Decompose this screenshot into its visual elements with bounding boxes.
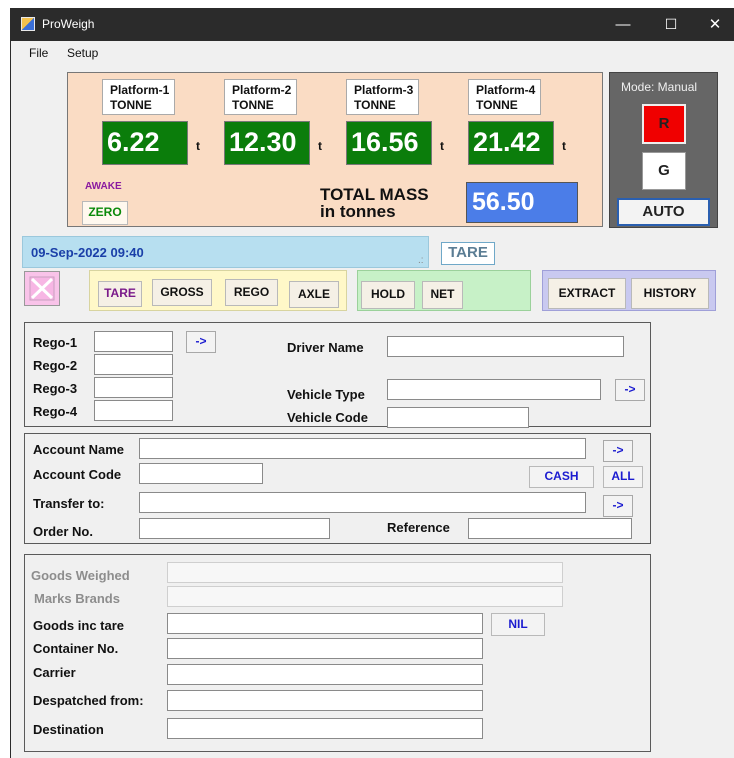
hold-button[interactable]: HOLD [361, 281, 415, 309]
despatched-from-label: Despatched from: [33, 693, 144, 708]
reference-label: Reference [387, 520, 450, 535]
extract-button-group: EXTRACT HISTORY [542, 270, 716, 311]
extract-button[interactable]: EXTRACT [548, 278, 626, 309]
cash-button[interactable]: CASH [529, 466, 594, 488]
nil-button[interactable]: NIL [491, 613, 545, 636]
vehicle-group: Rego-1 Rego-2 Rego-3 Rego-4 -> Driver Na… [24, 322, 651, 428]
mode-panel: Mode: Manual R G AUTO [609, 72, 718, 228]
container-no-label: Container No. [33, 641, 119, 656]
account-name-label: Account Name [33, 442, 125, 457]
rego-3-label: Rego-3 [33, 381, 78, 396]
account-group: Account Name -> Account Code CASH ALL Tr… [24, 433, 651, 544]
vehicle-type-input[interactable] [387, 379, 601, 400]
platform-1-unit: t [196, 139, 200, 153]
title-bar: ProWeigh — ☐ ✕ [11, 8, 734, 41]
rego-button[interactable]: REGO [225, 279, 278, 306]
resize-grip-icon: .: [418, 255, 424, 266]
g-button[interactable]: G [642, 152, 686, 190]
vehicle-type-lookup-button[interactable]: -> [615, 379, 645, 401]
tare-button[interactable]: TARE [98, 281, 142, 307]
rego-lookup-button[interactable]: -> [186, 331, 216, 353]
vehicle-type-label: Vehicle Type [287, 387, 365, 402]
app-title: ProWeigh [42, 17, 95, 31]
cancel-icon[interactable] [24, 271, 60, 306]
hold-button-group: HOLD NET [357, 270, 531, 311]
menu-file[interactable]: File [29, 46, 48, 60]
platform-3-value: 16.56 [346, 121, 432, 165]
net-button[interactable]: NET [422, 281, 463, 309]
total-mass-label: TOTAL MASS in tonnes [320, 185, 429, 221]
reference-input[interactable] [468, 518, 632, 539]
order-no-input[interactable] [139, 518, 330, 539]
menu-setup[interactable]: Setup [67, 46, 98, 60]
goods-inc-tare-label: Goods inc tare [33, 618, 125, 633]
app-icon [21, 17, 35, 31]
goods-group: Goods Weighed Marks Brands Goods inc tar… [24, 554, 651, 752]
account-code-label: Account Code [33, 467, 122, 482]
transfer-to-input[interactable] [139, 492, 586, 513]
vehicle-code-label: Vehicle Code [287, 410, 368, 425]
marks-brands-input [167, 586, 563, 607]
rego-2-label: Rego-2 [33, 358, 78, 373]
destination-label: Destination [33, 722, 104, 737]
minimize-button[interactable]: — [599, 8, 647, 41]
platform-2-value: 12.30 [224, 121, 310, 165]
carrier-label: Carrier [33, 665, 76, 680]
driver-name-label: Driver Name [287, 340, 364, 355]
platform-3-label: Platform-3 TONNE [346, 79, 419, 115]
platform-3-unit: t [440, 139, 444, 153]
platform-4-value: 21.42 [468, 121, 554, 165]
platform-1-label: Platform-1 TONNE [102, 79, 175, 115]
rego-3-input[interactable] [94, 377, 173, 398]
history-button[interactable]: HISTORY [631, 278, 709, 309]
datetime-display: 09-Sep-2022 09:40 [31, 245, 144, 260]
auto-button[interactable]: AUTO [617, 198, 710, 226]
platform-1-value: 6.22 [102, 121, 188, 165]
account-code-input[interactable] [139, 463, 263, 484]
rego-4-input[interactable] [94, 400, 173, 421]
maximize-button[interactable]: ☐ [647, 8, 695, 41]
date-bar: 09-Sep-2022 09:40 .: [22, 236, 429, 268]
destination-input[interactable] [167, 718, 483, 739]
axle-button[interactable]: AXLE [289, 281, 339, 308]
goods-weighed-input [167, 562, 563, 583]
rego-4-label: Rego-4 [33, 404, 78, 419]
rego-1-label: Rego-1 [33, 335, 78, 350]
platform-panel: Platform-1 TONNE 6.22 t Platform-2 TONNE 1… [67, 72, 603, 227]
rego-2-input[interactable] [94, 354, 173, 375]
rego-1-input[interactable] [94, 331, 173, 352]
driver-name-input[interactable] [387, 336, 624, 357]
goods-weighed-label: Goods Weighed [31, 568, 130, 583]
close-button[interactable]: ✕ [695, 8, 734, 41]
platform-4-label: Platform-4 TONNE [468, 79, 541, 115]
main-window: ProWeigh — ☐ ✕ File Setup Platform-1 TONN… [10, 8, 734, 758]
marks-brands-label: Marks Brands [34, 591, 120, 606]
menu-bar: File Setup [11, 41, 734, 65]
weigh-state-display: TARE [441, 242, 495, 265]
container-no-input[interactable] [167, 638, 483, 659]
despatched-from-input[interactable] [167, 690, 483, 711]
goods-inc-tare-input[interactable] [167, 613, 483, 634]
order-no-label: Order No. [33, 524, 93, 539]
zero-button[interactable]: ZERO [82, 201, 128, 225]
mode-label: Mode: Manual [621, 80, 698, 94]
transfer-to-label: Transfer to: [33, 496, 105, 511]
awake-status: AWAKE [85, 181, 122, 192]
vehicle-code-input[interactable] [387, 407, 529, 428]
transfer-lookup-button[interactable]: -> [603, 495, 633, 517]
platform-4-unit: t [562, 139, 566, 153]
all-button[interactable]: ALL [603, 466, 643, 488]
total-mass-value: 56.50 [466, 182, 578, 223]
r-button[interactable]: R [642, 104, 686, 144]
account-name-input[interactable] [139, 438, 586, 459]
gross-button[interactable]: GROSS [152, 279, 212, 306]
carrier-input[interactable] [167, 664, 483, 685]
platform-2-label: Platform-2 TONNE [224, 79, 297, 115]
account-lookup-button[interactable]: -> [603, 440, 633, 462]
tare-button-group: TARE GROSS REGO AXLE [89, 270, 347, 311]
platform-2-unit: t [318, 139, 322, 153]
